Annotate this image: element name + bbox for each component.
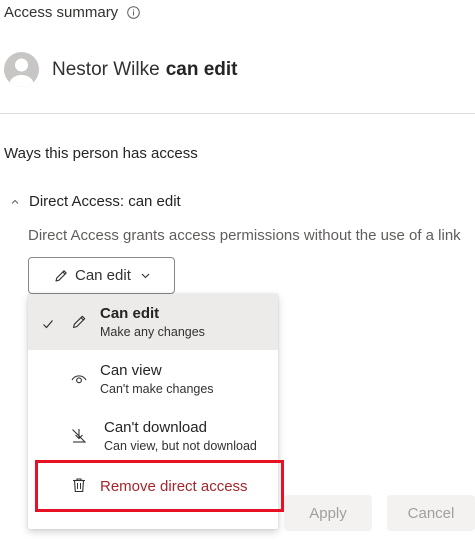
menu-item-subtitle: Make any changes [100,325,205,339]
access-summary-heading: Access summary [4,4,140,21]
apply-button[interactable]: Apply [284,495,372,531]
avatar [4,52,39,87]
trash-icon [70,476,88,494]
menu-item-title: Can view [100,362,162,379]
direct-access-toggle[interactable]: Direct Access: can edit [10,193,181,210]
permission-dropdown-label: Can edit [75,267,131,284]
menu-item-subtitle: Can view, but not download [104,439,257,453]
divider [0,113,475,114]
permission-dropdown[interactable]: Can edit [28,257,175,294]
direct-access-label: Direct Access: can edit [29,193,181,210]
checkmark-icon [42,318,54,330]
chevron-down-icon [140,270,151,281]
permission-menu: Can edit Make any changes Can view Can't… [28,294,278,529]
menu-item-subtitle: Can't make changes [100,382,214,396]
access-summary-label: Access summary [4,4,119,21]
menu-item-title: Can't download [104,419,207,436]
menu-item-can-view[interactable]: Can view Can't make changes [28,351,278,407]
ways-title: Ways this person has access [4,145,198,162]
user-permission: can edit [165,58,238,80]
eye-icon [70,370,88,388]
chevron-up-icon [10,197,20,207]
user-summary: Nestor Wilke can edit [4,52,238,87]
user-name: Nestor Wilke [52,58,160,80]
menu-item-title: Can edit [100,305,160,322]
remove-direct-access-label: Remove direct access [100,478,248,495]
pencil-icon [53,268,69,284]
cancel-button[interactable]: Cancel [387,495,475,531]
no-download-icon [70,427,88,445]
direct-access-description: Direct Access grants access permissions … [28,227,461,244]
info-icon[interactable] [127,6,140,19]
menu-item-cant-download[interactable]: Can't download Can view, but not downloa… [28,408,278,464]
pencil-icon [70,313,88,331]
menu-item-can-edit[interactable]: Can edit Make any changes [28,294,278,350]
